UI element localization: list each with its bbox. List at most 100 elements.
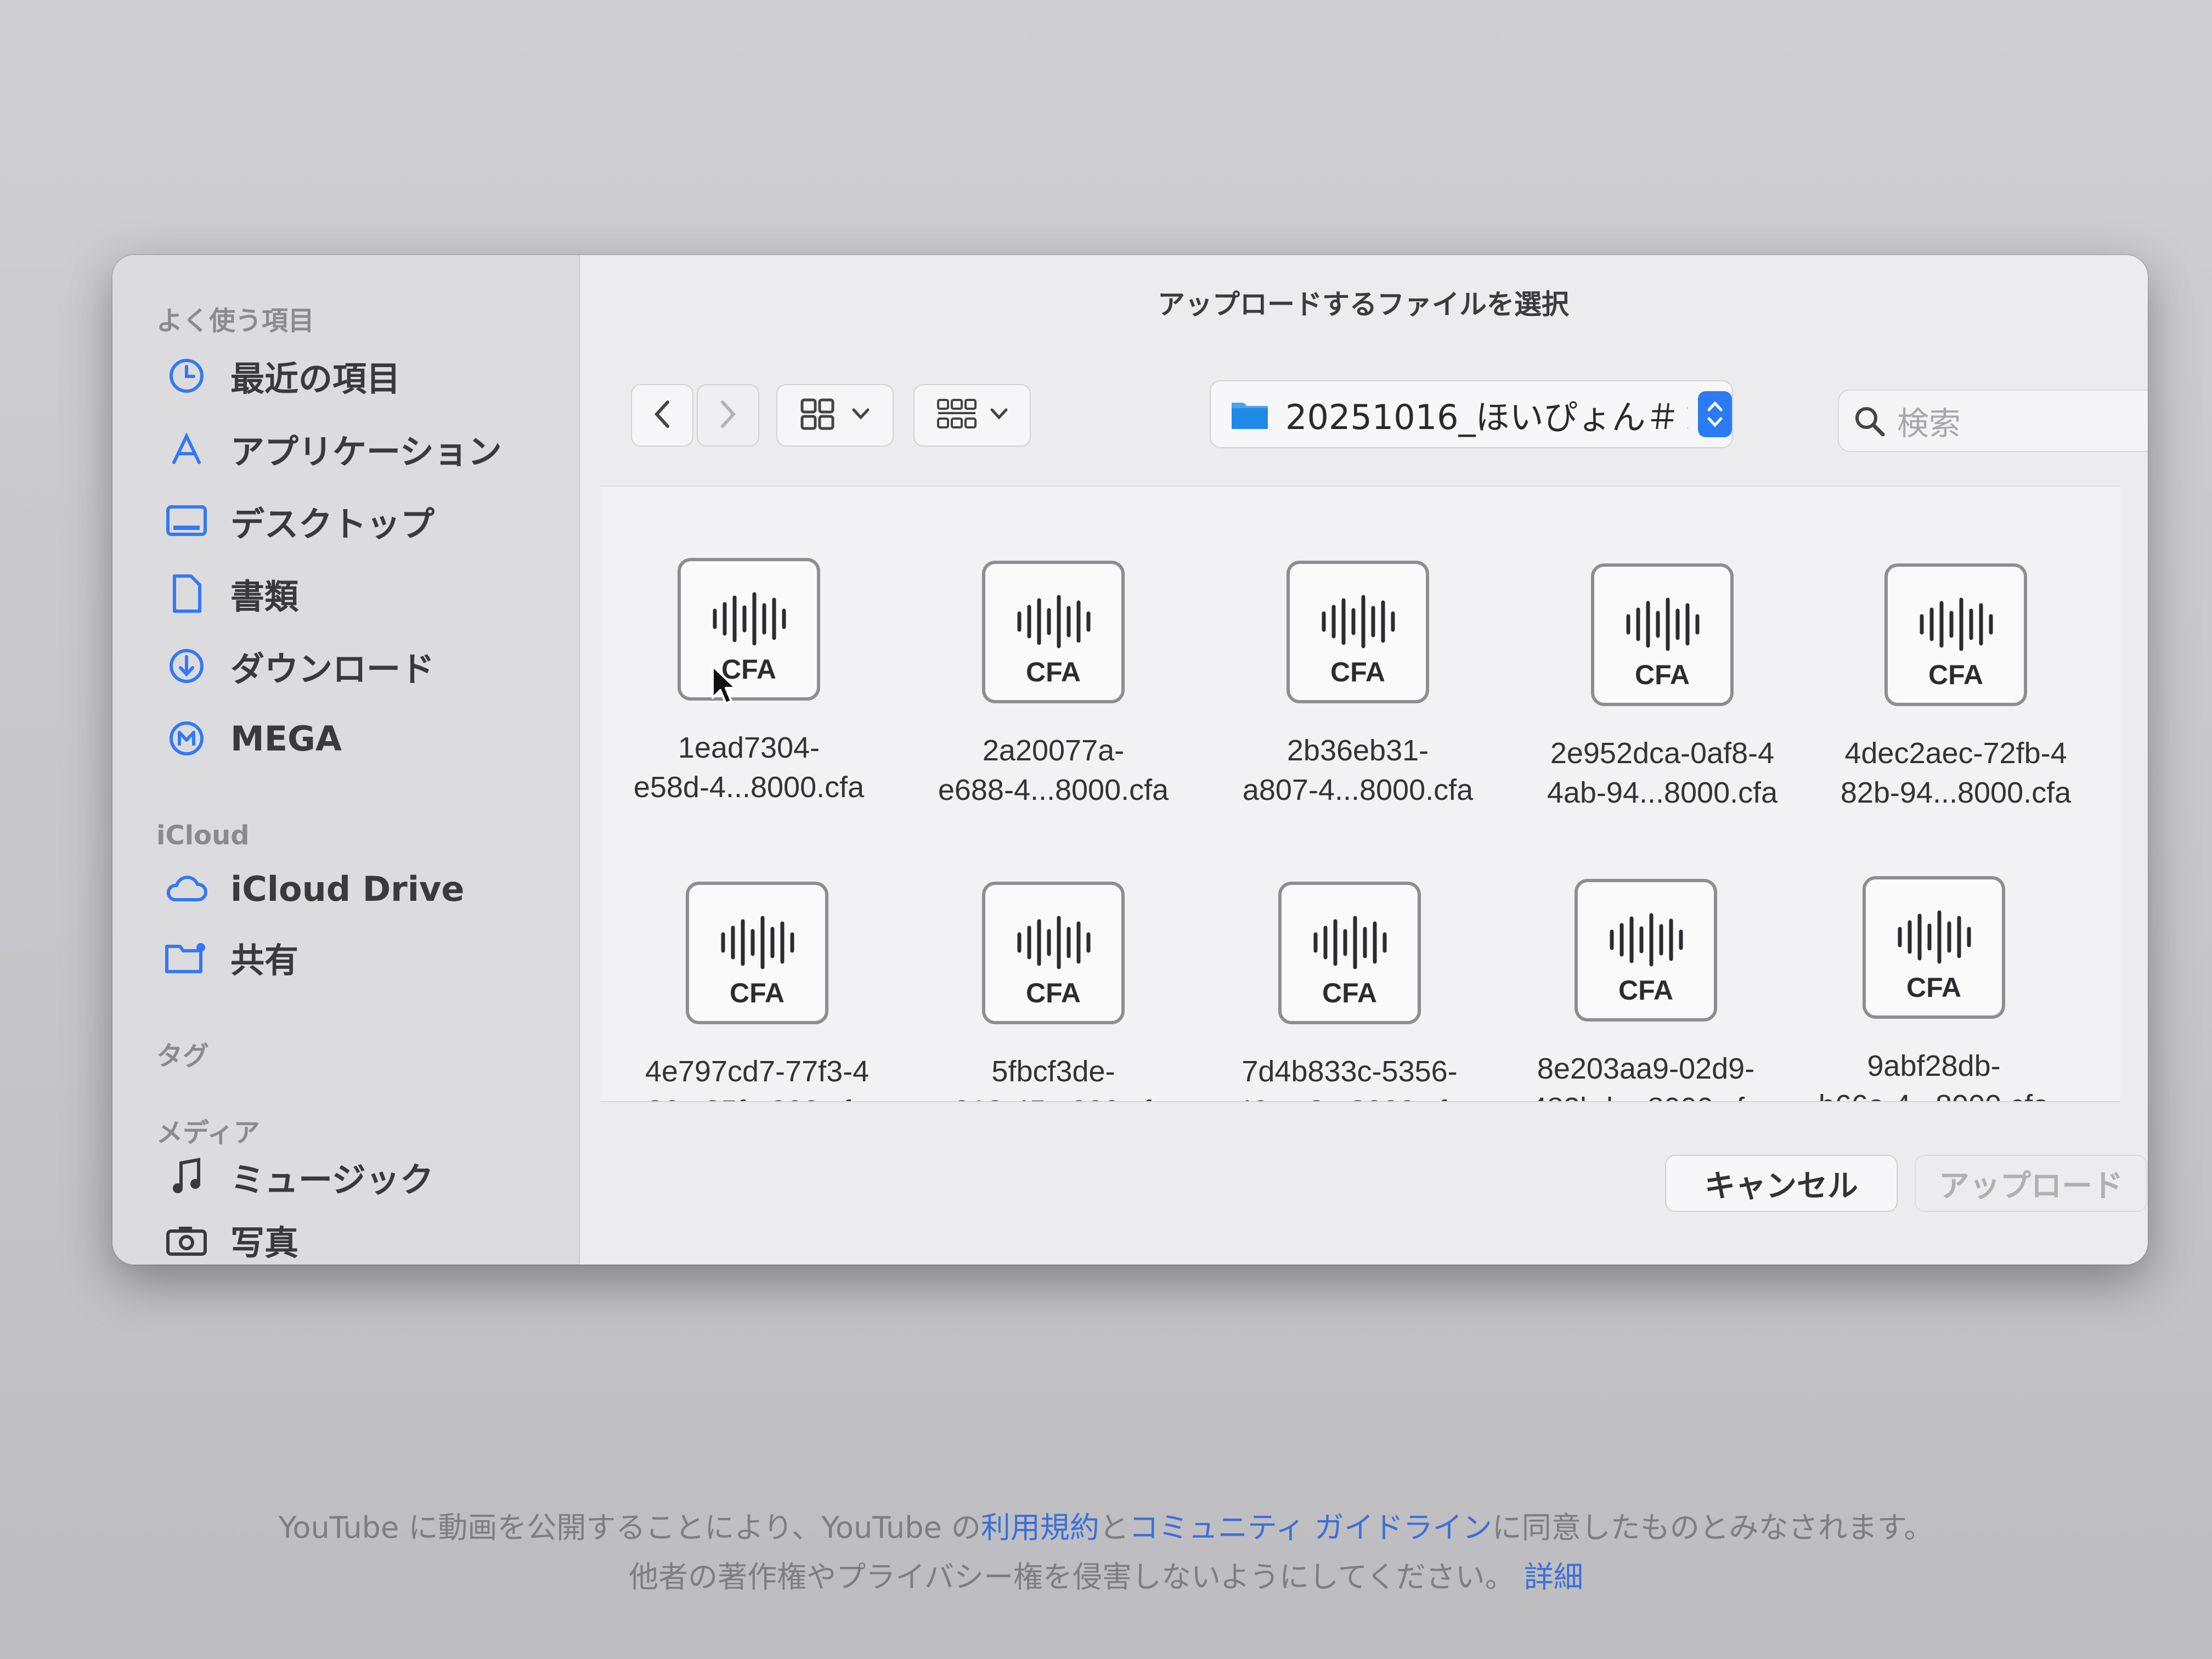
back-button[interactable] bbox=[631, 384, 693, 447]
file-type-label: CFA bbox=[1322, 978, 1377, 1008]
location-label: 20251016_ほいぴょん＃２.... bbox=[1285, 397, 1688, 437]
file-type-label: CFA bbox=[1906, 972, 1961, 1003]
sidebar-item-label: アプリケーション bbox=[230, 432, 502, 472]
favorites-header: よく使う項目 bbox=[156, 306, 315, 336]
sidebar-item-label: 写真 bbox=[230, 1223, 299, 1263]
file-type-label: CFA bbox=[1330, 657, 1385, 687]
file-name-line2: 82b-94...8000.cfa bbox=[1840, 776, 2072, 809]
file-name-line1: 2a20077a- bbox=[982, 734, 1125, 767]
file-type-label: CFA bbox=[1635, 659, 1690, 690]
file-name-line2: b66a-4...8000.cfa bbox=[1786, 1086, 2082, 1101]
cfa-file-icon: CFA bbox=[686, 882, 828, 1024]
cfa-file-icon: CFA bbox=[982, 561, 1125, 703]
location-popup[interactable]: 20251016_ほいぴょん＃２.... bbox=[1210, 380, 1733, 448]
cloud-icon bbox=[165, 867, 208, 911]
sidebar-item-icloud-drive[interactable]: iCloud Drive bbox=[165, 859, 464, 919]
file-item[interactable]: CFA 5fbcf3de-c912-45...000.cfa bbox=[905, 882, 1201, 1101]
icon-grid-view-icon bbox=[800, 398, 836, 433]
sidebar-item-label: デスクトップ bbox=[230, 504, 435, 544]
clock-icon bbox=[165, 354, 208, 398]
view-mode-button[interactable] bbox=[776, 384, 894, 447]
file-name-line1: 4dec2aec-72fb-4 bbox=[1844, 737, 2067, 770]
cfa-file-icon: CFA bbox=[678, 558, 820, 701]
media-header: メディア bbox=[156, 1118, 260, 1148]
file-name-line1: 2b36eb31- bbox=[1286, 734, 1429, 767]
group-mode-button[interactable] bbox=[913, 384, 1031, 447]
icloud-header: iCloud bbox=[156, 820, 250, 851]
sidebar-item-shared[interactable]: 共有 bbox=[165, 927, 298, 988]
terms-of-service-link[interactable]: 利用規約 bbox=[981, 1510, 1099, 1545]
file-grid: CFA 1ead7304- e58d-4...8000.cfa CFA 2a200… bbox=[601, 486, 2120, 1102]
file-type-label: CFA bbox=[730, 978, 785, 1008]
folder-icon bbox=[1231, 398, 1269, 430]
sidebar-item-label: 共有 bbox=[230, 940, 299, 980]
file-type-label: CFA bbox=[1026, 657, 1081, 687]
sidebar-item-recents[interactable]: 最近の項目 bbox=[165, 346, 400, 406]
tags-header: タグ bbox=[156, 1041, 210, 1071]
file-type-label: CFA bbox=[1618, 975, 1673, 1006]
sidebar-item-music[interactable]: ミュージック bbox=[165, 1147, 434, 1207]
file-item[interactable]: CFA 1ead7304- e58d-4...8000.cfa bbox=[601, 558, 897, 807]
sidebar: よく使う項目 最近の項目 アプリケーション デスクトップ 書類 ダウンロード M… bbox=[112, 255, 580, 1265]
file-name-line2: 40cc-8...8000.cfa bbox=[1201, 1091, 1498, 1101]
search-field[interactable]: 検索 bbox=[1838, 390, 2148, 452]
cfa-file-icon: CFA bbox=[1278, 882, 1421, 1024]
file-item[interactable]: CFA 8e203aa9-02d9- 482b-b...8000.cfa bbox=[1498, 879, 1794, 1101]
sidebar-item-label: ミュージック bbox=[230, 1160, 434, 1200]
community-guidelines-link[interactable]: コミュニティ ガイドライン bbox=[1129, 1510, 1492, 1545]
document-icon bbox=[165, 572, 208, 616]
forward-button[interactable] bbox=[697, 384, 759, 447]
search-placeholder: 検索 bbox=[1897, 405, 1961, 442]
terms-text-b: と bbox=[1099, 1510, 1129, 1545]
sidebar-item-documents[interactable]: 書類 bbox=[165, 563, 298, 624]
file-name-line1: 5fbcf3de- bbox=[991, 1055, 1115, 1088]
up-down-stepper-icon bbox=[1698, 391, 1732, 437]
upload-button[interactable]: アップロード bbox=[1915, 1155, 2147, 1212]
download-icon bbox=[165, 644, 208, 688]
file-type-label: CFA bbox=[1026, 978, 1081, 1008]
file-item[interactable]: CFA 9abf28db-b66a-4...8000.cfa bbox=[1786, 876, 2082, 1101]
main-pane: アップロードするファイルを選択 20251016_ほいぴょん＃ 検索 CFA 1… bbox=[579, 255, 2148, 1265]
file-type-label: CFA bbox=[1928, 659, 1983, 690]
terms-text-a: YouTube に動画を公開することにより、YouTube の bbox=[278, 1510, 981, 1545]
file-item[interactable]: CFA 2a20077a-e688-4...8000.cfa bbox=[905, 561, 1201, 810]
cfa-file-icon: CFA bbox=[982, 882, 1125, 1024]
file-item[interactable]: CFA 4dec2aec-72fb-4 82b-94...8000.cfa bbox=[1808, 563, 2104, 812]
terms-text-c: に同意したものとみなされます。 bbox=[1492, 1510, 1934, 1545]
file-item[interactable]: CFA 7d4b833c-5356- 40cc-8...8000.cfa bbox=[1201, 882, 1498, 1101]
file-type-label: CFA bbox=[721, 654, 776, 685]
sidebar-item-mega[interactable]: MEGA bbox=[165, 708, 342, 769]
copyright-notice: 他者の著作権やプライバシー権を侵害しないようにしてください。 詳細 bbox=[0, 1553, 2212, 1596]
sidebar-item-photos[interactable]: 写真 bbox=[165, 1210, 298, 1265]
file-item[interactable]: CFA 4e797cd7-77f3-4 86c-85f...000.cfa bbox=[609, 882, 905, 1101]
gallery-group-icon bbox=[936, 398, 978, 433]
file-name-line1: 8e203aa9-02d9- bbox=[1537, 1052, 1755, 1085]
file-item[interactable]: CFA 2e952dca-0af8-4 4ab-94...8000.cfa bbox=[1514, 563, 1810, 812]
copyright-text: 他者の著作権やプライバシー権を侵害しないようにしてください。 bbox=[629, 1560, 1515, 1594]
mega-icon bbox=[165, 716, 208, 760]
chevron-left-icon bbox=[651, 398, 673, 433]
sidebar-item-desktop[interactable]: デスクトップ bbox=[165, 491, 435, 551]
cancel-button[interactable]: キャンセル bbox=[1665, 1155, 1898, 1212]
file-name-line2: 4ab-94...8000.cfa bbox=[1547, 776, 1778, 809]
file-item[interactable]: CFA 2b36eb31- a807-4...8000.cfa bbox=[1210, 561, 1506, 810]
sidebar-item-label: MEGA bbox=[230, 718, 342, 759]
chevron-down-icon bbox=[990, 408, 1008, 423]
sidebar-item-label: iCloud Drive bbox=[230, 868, 465, 909]
file-name-line1: 4e797cd7-77f3-4 bbox=[645, 1055, 870, 1088]
file-name-line2: 482b-b...8000.cfa bbox=[1498, 1088, 1794, 1101]
file-picker-dialog: よく使う項目 最近の項目 アプリケーション デスクトップ 書類 ダウンロード M… bbox=[112, 255, 2148, 1265]
details-link[interactable]: 詳細 bbox=[1524, 1560, 1583, 1594]
sidebar-item-downloads[interactable]: ダウンロード bbox=[165, 636, 435, 696]
sidebar-item-label: 最近の項目 bbox=[230, 359, 401, 399]
search-icon bbox=[1852, 404, 1886, 438]
desktop-icon bbox=[165, 499, 208, 543]
cfa-file-icon: CFA bbox=[1884, 563, 2027, 706]
sidebar-item-applications[interactable]: アプリケーション bbox=[165, 419, 502, 479]
file-name-line2: e688-4...8000.cfa bbox=[938, 774, 1169, 806]
applications-icon bbox=[165, 427, 208, 471]
file-name-line1: 9abf28db- bbox=[1867, 1049, 2001, 1082]
chevron-down-icon bbox=[851, 408, 870, 423]
music-icon bbox=[165, 1155, 208, 1199]
shared-folder-icon bbox=[165, 935, 208, 979]
